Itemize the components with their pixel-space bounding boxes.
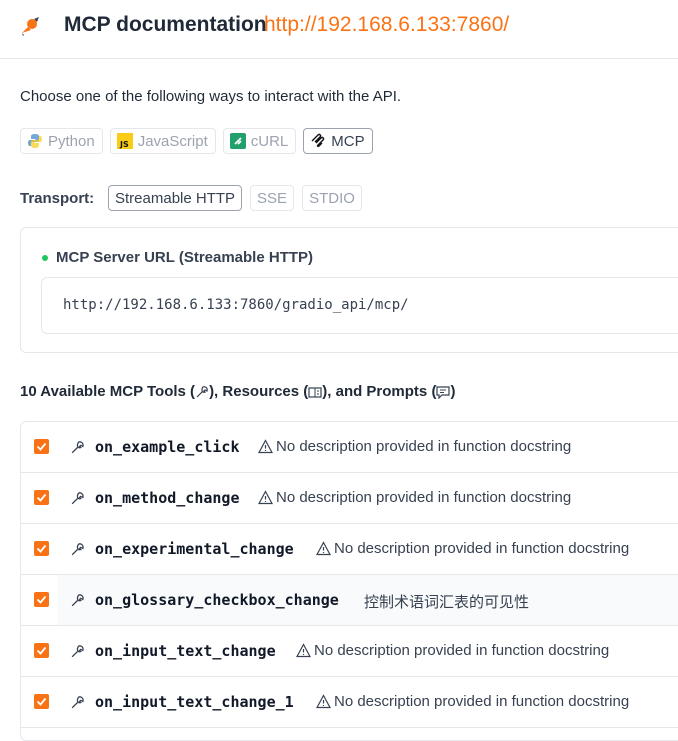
tool-row[interactable]: on_glossary_checkbox_change 控制术语词汇表的可见性 xyxy=(21,575,678,626)
tool-description-text: No description provided in function docs… xyxy=(276,438,572,455)
server-url-box[interactable]: http://192.168.6.133:7860/gradio_api/mcp… xyxy=(41,277,678,334)
wrench-icon xyxy=(71,492,84,505)
api-url-link[interactable]: http://192.168.6.133:7860/ xyxy=(264,13,509,37)
tab-mcp[interactable]: MCP xyxy=(303,128,373,154)
tab-javascript-label: JavaScript xyxy=(137,132,208,150)
status-dot xyxy=(42,254,48,261)
tool-row[interactable]: on_input_text_change_1 No description pr… xyxy=(21,677,678,728)
tools-heading-part3: ), and Prompts ( xyxy=(322,383,437,400)
server-url-heading: MCP Server URL (Streamable HTTP) xyxy=(42,249,313,266)
transport-options: Streamable HTTP SSE STDIO xyxy=(108,185,362,211)
mcp-icon xyxy=(311,133,325,148)
tool-description: 控制术语词汇表的可见性 xyxy=(364,591,529,612)
warning-icon xyxy=(316,541,331,556)
wrench-icon xyxy=(71,645,84,658)
tool-description-text: No description provided in function docs… xyxy=(276,489,572,506)
wrench-icon xyxy=(71,594,84,607)
resource-icon xyxy=(308,386,322,398)
transport-streamable-http[interactable]: Streamable HTTP xyxy=(108,185,243,211)
gradio-logo-icon xyxy=(22,17,39,36)
tool-row[interactable]: on_method_change No description provided… xyxy=(21,473,678,524)
tool-checkbox[interactable] xyxy=(34,541,49,556)
server-url-label: MCP Server URL (Streamable HTTP) xyxy=(56,249,314,266)
language-tabs: Python JS JavaScript cURL MCP xyxy=(20,128,373,154)
tool-description-text: No description provided in function docs… xyxy=(334,693,630,710)
page-title: MCP documentation xyxy=(64,13,267,36)
svg-text:JS: JS xyxy=(119,140,129,149)
tool-name: on_experimental_change xyxy=(95,540,294,558)
warning-icon xyxy=(258,439,273,454)
warning-icon xyxy=(258,490,273,505)
tool-description-text: No description provided in function docs… xyxy=(314,642,610,659)
tab-javascript[interactable]: JS JavaScript xyxy=(109,128,216,154)
transport-stdio[interactable]: STDIO xyxy=(302,185,362,211)
tool-checkbox[interactable] xyxy=(34,694,49,709)
tab-python[interactable]: Python xyxy=(20,128,103,154)
tool-name: on_glossary_checkbox_change xyxy=(95,591,339,609)
transport-sse[interactable]: SSE xyxy=(250,185,295,211)
tool-checkbox[interactable] xyxy=(34,643,49,658)
tool-list: on_example_click No description provided… xyxy=(20,421,678,741)
tools-heading-part4: ) xyxy=(450,383,456,400)
tool-name: on_input_text_change_1 xyxy=(95,693,294,711)
tool-description: No description provided in function docs… xyxy=(258,489,571,506)
warning-icon xyxy=(316,694,331,709)
prompt-icon xyxy=(436,385,451,399)
server-url-panel: MCP Server URL (Streamable HTTP) http://… xyxy=(20,227,678,353)
warning-icon xyxy=(296,643,311,658)
tool-description: No description provided in function docs… xyxy=(258,438,571,455)
tool-checkbox[interactable] xyxy=(34,439,49,454)
tools-heading: 10 Available MCP Tools ( ), Resources ( … xyxy=(20,383,455,400)
tool-description-text: No description provided in function docs… xyxy=(334,540,630,557)
tools-heading-part2: ), Resources ( xyxy=(209,383,309,400)
tab-mcp-label: MCP xyxy=(331,132,365,150)
python-icon xyxy=(28,134,42,148)
tab-python-label: Python xyxy=(48,132,95,150)
tool-checkbox[interactable] xyxy=(34,490,49,505)
transport-label: Transport: xyxy=(20,190,95,207)
tool-name: on_input_text_change xyxy=(95,642,276,660)
intro-text: Choose one of the following ways to inte… xyxy=(20,88,402,105)
tools-heading-part1: 10 Available MCP Tools ( xyxy=(20,383,196,400)
wrench-icon xyxy=(71,696,84,709)
tool-row[interactable]: on_example_click No description provided… xyxy=(21,422,678,473)
tool-checkbox[interactable] xyxy=(34,592,49,607)
tool-name: on_method_change xyxy=(95,489,240,507)
tab-curl[interactable]: cURL xyxy=(222,128,297,154)
tool-description: No description provided in function docs… xyxy=(316,693,629,710)
server-url-text[interactable]: http://192.168.6.133:7860/gradio_api/mcp… xyxy=(63,297,409,313)
tab-curl-label: cURL xyxy=(250,132,289,150)
curl-icon xyxy=(229,133,246,149)
tool-description-text: 控制术语词汇表的可见性 xyxy=(364,594,530,611)
header: MCP documentation http://192.168.6.133:7… xyxy=(0,0,678,59)
wrench-icon xyxy=(71,441,84,454)
tool-name: on_example_click xyxy=(95,438,240,456)
wrench-icon xyxy=(71,543,84,556)
javascript-icon: JS xyxy=(116,133,133,149)
tool-wrench-icon xyxy=(196,385,208,397)
tool-description: No description provided in function docs… xyxy=(296,642,609,659)
tool-description: No description provided in function docs… xyxy=(316,540,629,557)
tool-row[interactable]: on_experimental_change No description pr… xyxy=(21,524,678,575)
tool-row[interactable]: on_input_text_change No description prov… xyxy=(21,626,678,677)
